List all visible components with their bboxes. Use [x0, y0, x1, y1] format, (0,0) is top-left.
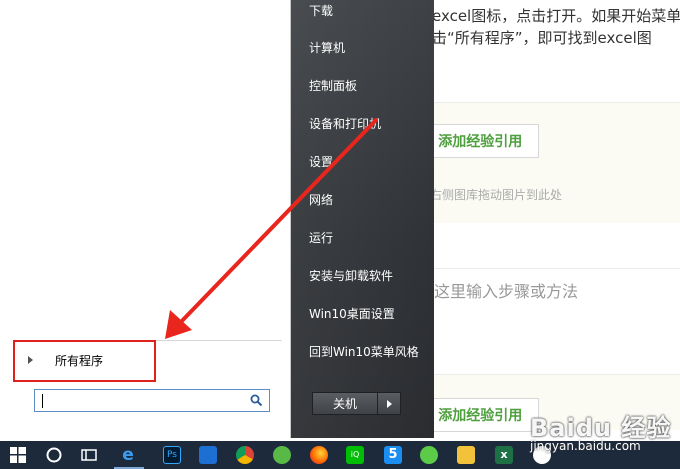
iqiyi-icon[interactable]: iQ — [346, 446, 364, 464]
maxthon-icon[interactable] — [199, 446, 217, 464]
photoshop-icon[interactable]: Ps — [163, 446, 181, 464]
watermark-logo: Baidu 经验 — [530, 414, 672, 442]
browser-green-icon[interactable] — [273, 446, 291, 464]
firefox-icon[interactable] — [310, 446, 328, 464]
annotation-arrow — [165, 118, 378, 339]
file-explorer-icon[interactable] — [457, 446, 475, 464]
chrome-icon[interactable] — [236, 446, 254, 464]
app-5-icon[interactable]: 5 — [384, 446, 402, 464]
task-view-icon[interactable] — [80, 446, 98, 464]
cortana-icon[interactable] — [45, 446, 63, 464]
ie-icon[interactable]: e — [119, 446, 137, 464]
excel-icon[interactable]: x — [495, 446, 513, 464]
wechat-icon[interactable] — [420, 446, 438, 464]
windows-start-button[interactable] — [0, 441, 36, 469]
windows-logo-icon — [10, 447, 26, 463]
watermark-url: jingyan.baidu.com — [530, 439, 641, 453]
baidu-jingyan-watermark: Baidu 经验 jingyan.baidu.com — [530, 408, 680, 458]
